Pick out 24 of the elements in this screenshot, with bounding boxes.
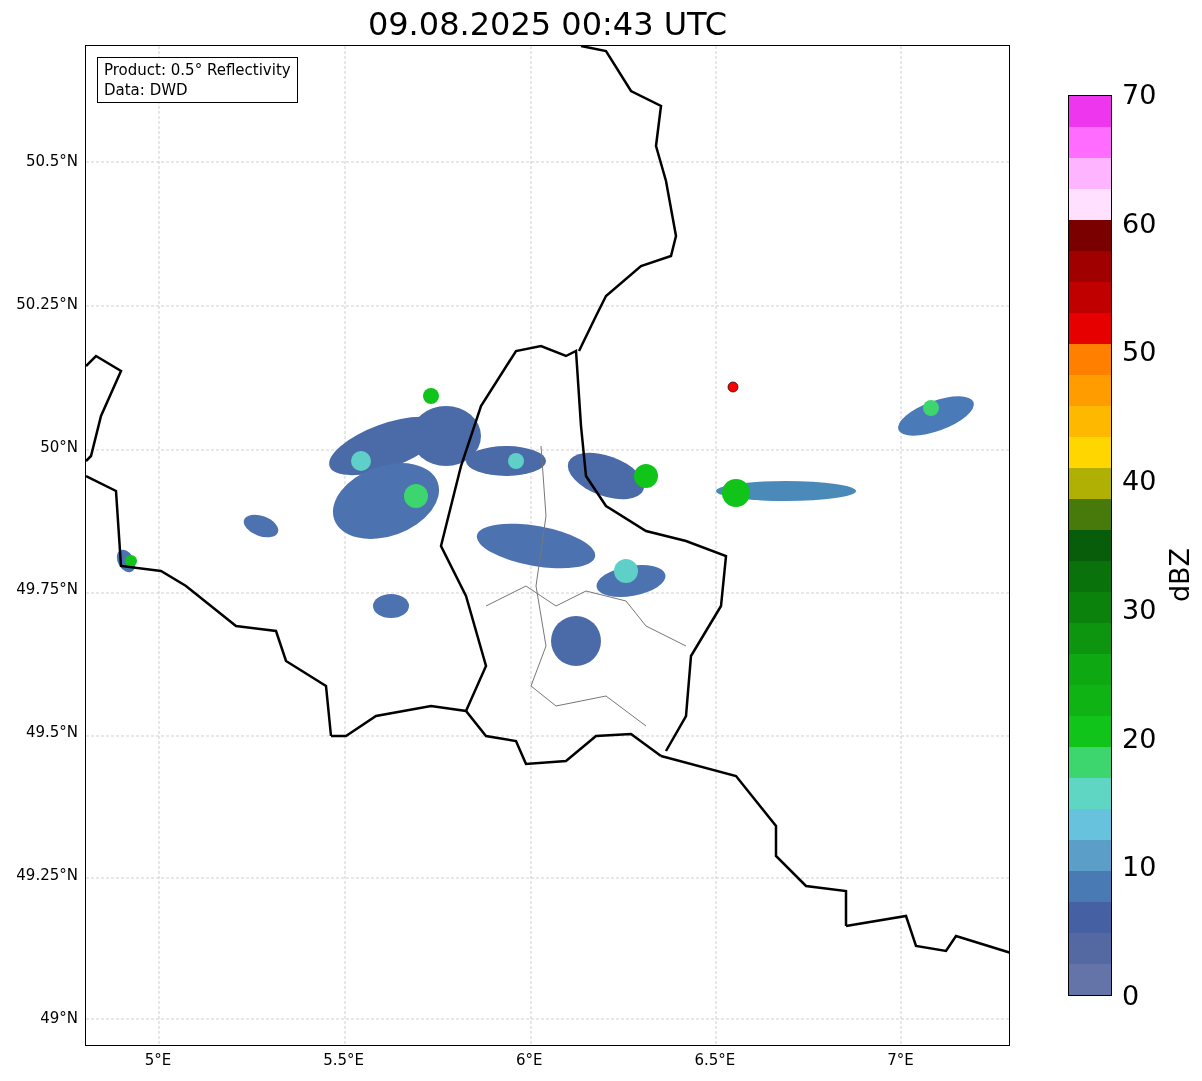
axis-tick-label: 50.25°N xyxy=(16,294,78,313)
colorbar-tick-label: 60 xyxy=(1122,207,1157,240)
chart-title: 09.08.2025 00:43 UTC xyxy=(367,5,728,43)
axis-tick-label: 5.5°E xyxy=(323,1051,364,1069)
colorbar-label: dBZ xyxy=(1164,547,1196,603)
axis-tick-label: 50°N xyxy=(40,437,78,456)
axis-tick-label: 49°N xyxy=(40,1008,78,1027)
colorbar-tick-label: 70 xyxy=(1122,79,1157,111)
colorbar-tick-label: 20 xyxy=(1122,722,1157,755)
colorbar-tick-label: 50 xyxy=(1122,336,1157,369)
axis-tick-label: 7°E xyxy=(887,1051,914,1069)
axis-tick-label: 50.5°N xyxy=(25,152,78,170)
axis-tick-label: 49.5°N xyxy=(25,723,78,742)
axis-tick-label: 49.75°N xyxy=(16,580,78,599)
colorbar-tick-label: 0 xyxy=(1122,980,1140,1012)
legend-text: Product: 0.5° Reflectivity xyxy=(104,60,291,80)
legend-text: Data: DWD xyxy=(104,80,189,100)
axis-tick-label: 6°E xyxy=(515,1051,543,1069)
colorbar-tick-label: 30 xyxy=(1122,593,1157,626)
axis-tick-label: 5°E xyxy=(144,1051,172,1069)
axis-tick-label: 49.25°N xyxy=(16,866,78,884)
axis-tick-label: 6.5°E xyxy=(694,1051,736,1069)
colorbar-tick-label: 10 xyxy=(1122,851,1157,884)
colorbar-tick-label: 40 xyxy=(1122,465,1157,498)
